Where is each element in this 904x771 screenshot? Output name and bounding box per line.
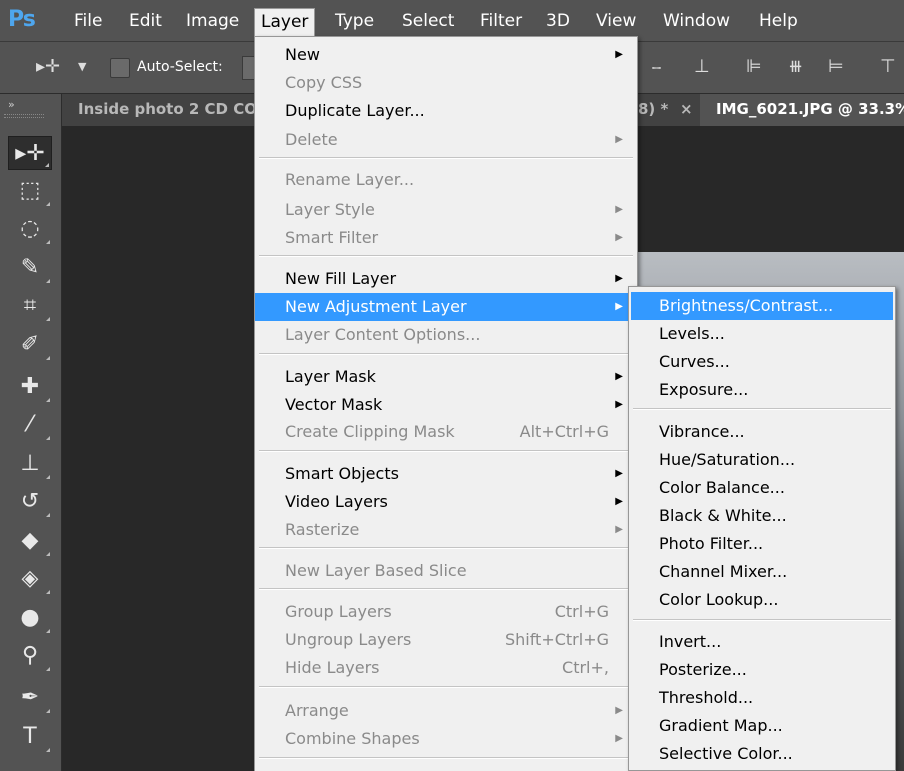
- submenu-item-exposure[interactable]: Exposure...: [631, 376, 893, 404]
- menu-select[interactable]: Select: [396, 10, 460, 36]
- menu-item-smart-objects[interactable]: Smart Objects ▶: [255, 460, 637, 488]
- menu-item-layer-mask[interactable]: Layer Mask ▶: [255, 363, 637, 391]
- blur-tool-icon[interactable]: ●: [8, 601, 52, 635]
- menu-separator: [259, 157, 633, 159]
- menu-item-duplicate-layer[interactable]: Duplicate Layer...: [255, 97, 637, 125]
- menu-item-vector-mask[interactable]: Vector Mask ▶: [255, 391, 637, 419]
- auto-select-checkbox[interactable]: [110, 58, 130, 78]
- dodge-tool-icon[interactable]: ⚲: [8, 639, 52, 673]
- menu-item-combine-shapes: Combine Shapes ▶: [285, 729, 623, 748]
- submenu-separator: [633, 408, 891, 410]
- menu-item-copy-css: Copy CSS: [285, 73, 363, 92]
- menu-edit[interactable]: Edit: [123, 10, 168, 36]
- menu-item-delete: Delete ▶: [285, 130, 623, 149]
- submenu-item-posterize[interactable]: Posterize...: [631, 656, 893, 684]
- move-tool-preset-icon[interactable]: ▸✛: [36, 56, 60, 77]
- quick-selection-tool-icon[interactable]: ✎: [8, 251, 52, 285]
- distribute-icon[interactable]: ⊤: [880, 56, 896, 77]
- submenu-item-invert[interactable]: Invert...: [631, 628, 893, 656]
- menu-item-smart-filter: Smart Filter ▶: [285, 228, 623, 247]
- tab-inside-photo[interactable]: Inside photo 2 CD CO: [78, 100, 257, 118]
- auto-select-label: Auto-Select:: [137, 59, 223, 75]
- type-tool-icon[interactable]: T: [8, 720, 52, 754]
- eraser-tool-icon[interactable]: ◆: [8, 524, 52, 558]
- chevron-down-icon[interactable]: ▼: [78, 60, 86, 73]
- menu-item-hide-layers: Hide Layers Ctrl+,: [285, 658, 609, 677]
- submenu-item-brightness-contrast[interactable]: Brightness/Contrast...: [631, 292, 893, 320]
- menu-item-video-layers[interactable]: Video Layers ▶: [255, 488, 637, 516]
- marquee-tool-icon[interactable]: ⬚: [8, 174, 52, 208]
- crop-tool-icon[interactable]: ⌗: [8, 289, 52, 323]
- tab-inside-photo-suffix: 8) *: [638, 100, 669, 118]
- menu-item-ungroup-layers: Ungroup Layers Shift+Ctrl+G: [285, 630, 609, 649]
- menu-filter[interactable]: Filter: [474, 10, 528, 36]
- menu-item-group-layers: Group Layers Ctrl+G: [285, 602, 609, 621]
- menu-separator: [259, 547, 633, 549]
- eyedropper-tool-icon[interactable]: ✐: [8, 328, 52, 362]
- submenu-item-photo-filter[interactable]: Photo Filter...: [631, 530, 893, 558]
- align-bottom-edges-icon[interactable]: ⊥: [694, 56, 710, 77]
- submenu-separator: [633, 619, 891, 621]
- submenu-item-threshold[interactable]: Threshold...: [631, 684, 893, 712]
- submenu-item-vibrance[interactable]: Vibrance...: [631, 418, 893, 446]
- menu-item-rasterize: Rasterize ▶: [285, 520, 623, 539]
- align-left-edges-icon[interactable]: ⊫: [746, 56, 762, 77]
- menu-image[interactable]: Image: [180, 10, 245, 36]
- menu-3d[interactable]: 3D: [540, 10, 576, 36]
- menu-item-new-layer-based-slice: New Layer Based Slice: [285, 561, 467, 580]
- tab-img-6021[interactable]: IMG_6021.JPG @ 33.3%: [716, 100, 904, 118]
- healing-brush-tool-icon[interactable]: ✚: [8, 370, 52, 404]
- submenu-item-gradient-map[interactable]: Gradient Map...: [631, 712, 893, 740]
- menu-separator: [259, 255, 633, 257]
- menu-item-arrange: Arrange ▶: [285, 701, 623, 720]
- menu-view[interactable]: View: [590, 10, 642, 36]
- submenu-item-selective-color[interactable]: Selective Color...: [631, 740, 893, 768]
- submenu-item-channel-mixer[interactable]: Channel Mixer...: [631, 558, 893, 586]
- menu-separator: [259, 757, 633, 759]
- lasso-tool-icon[interactable]: ◌: [8, 212, 52, 246]
- submenu-item-color-lookup[interactable]: Color Lookup...: [631, 586, 893, 614]
- menu-item-new-fill-layer[interactable]: New Fill Layer ▶: [255, 265, 637, 293]
- menu-separator: [259, 686, 633, 688]
- align-vertical-centers-icon[interactable]: ⧻: [788, 56, 803, 77]
- align-horizontal-centers-icon[interactable]: ⧿: [652, 56, 661, 77]
- submenu-item-hue-saturation[interactable]: Hue/Saturation...: [631, 446, 893, 474]
- panel-grip[interactable]: [4, 114, 44, 118]
- menu-item-create-clipping-mask: Create Clipping Mask Alt+Ctrl+G: [285, 422, 609, 441]
- toolbox-panel: » ▸✛ ⬚ ◌ ✎ ⌗ ✐ ✚ ⁄ ⊥ ↺ ◆ ◈ ● ⚲ ✒ T: [0, 94, 62, 771]
- collapse-panel-icon[interactable]: »: [8, 98, 15, 111]
- submenu-item-curves[interactable]: Curves...: [631, 348, 893, 376]
- history-brush-tool-icon[interactable]: ↺: [8, 485, 52, 519]
- photoshop-logo: Ps: [8, 7, 36, 32]
- menu-item-layer-style: Layer Style ▶: [285, 200, 623, 219]
- menu-item-new[interactable]: New ▶: [255, 41, 637, 69]
- menu-separator: [259, 588, 633, 590]
- menu-window[interactable]: Window: [657, 10, 736, 36]
- menu-item-new-adjustment-layer[interactable]: New Adjustment Layer ▶: [255, 293, 637, 321]
- menu-separator: [259, 450, 633, 452]
- clone-stamp-tool-icon[interactable]: ⊥: [8, 447, 52, 481]
- submenu-item-color-balance[interactable]: Color Balance...: [631, 474, 893, 502]
- menu-item-layer-content-options: Layer Content Options...: [285, 325, 481, 344]
- menu-file[interactable]: File: [68, 10, 108, 36]
- paint-bucket-tool-icon[interactable]: ◈: [8, 562, 52, 596]
- close-tab-icon[interactable]: ×: [680, 100, 693, 118]
- adjustment-layer-submenu: Brightness/Contrast... Levels... Curves.…: [628, 286, 896, 771]
- menu-item-rename-layer: Rename Layer...: [285, 170, 415, 189]
- pen-tool-icon[interactable]: ✒: [8, 681, 52, 715]
- menu-separator: [259, 353, 633, 355]
- menu-type[interactable]: Type: [329, 10, 380, 36]
- move-tool-icon[interactable]: ▸✛: [8, 136, 52, 170]
- brush-tool-icon[interactable]: ⁄: [8, 408, 52, 442]
- menu-help[interactable]: Help: [753, 10, 804, 36]
- submenu-item-levels[interactable]: Levels...: [631, 320, 893, 348]
- align-right-edges-icon[interactable]: ⊨: [828, 56, 844, 77]
- layer-menu-dropdown: New ▶ Copy CSS Duplicate Layer... Delete ▶…: [254, 36, 638, 771]
- submenu-item-black-white[interactable]: Black & White...: [631, 502, 893, 530]
